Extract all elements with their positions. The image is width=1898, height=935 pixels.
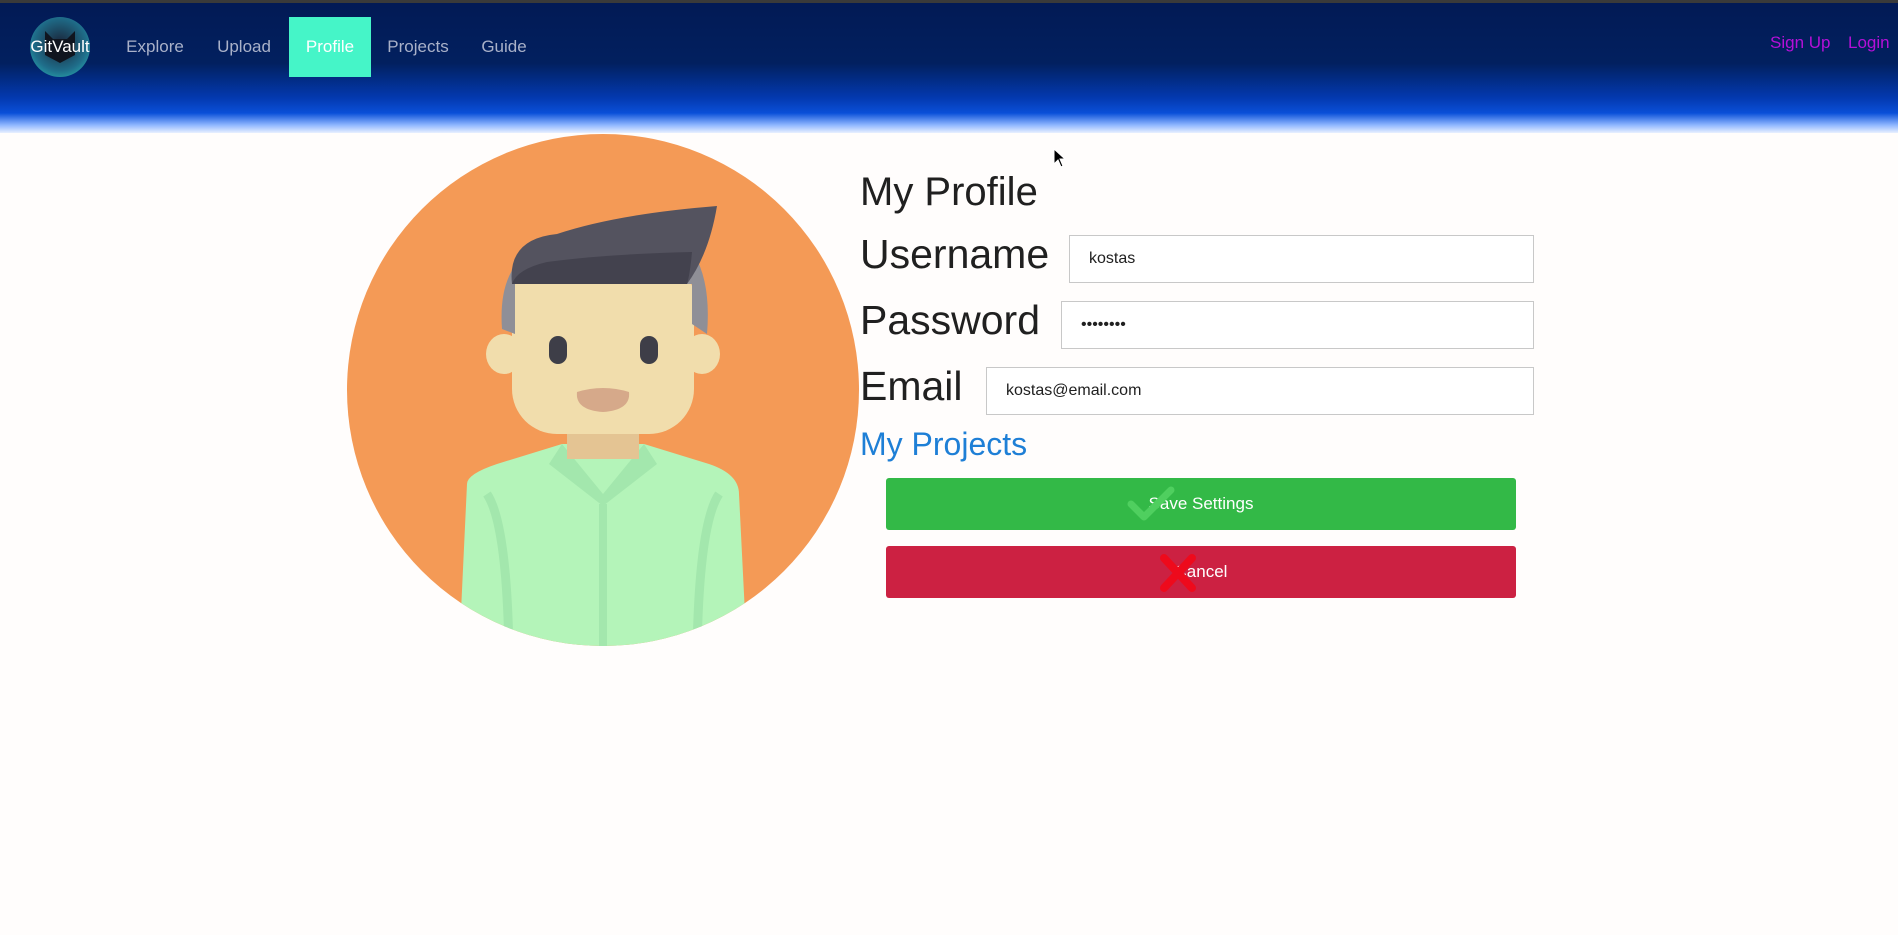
mouse-cursor-icon: [1053, 148, 1067, 168]
page-title: My Profile: [860, 170, 1038, 214]
email-label: Email: [860, 363, 963, 409]
my-projects-link[interactable]: My Projects: [860, 426, 1027, 463]
nav-profile[interactable]: Profile: [289, 17, 371, 77]
sign-up-link[interactable]: Sign Up: [1770, 33, 1830, 53]
password-label: Password: [860, 297, 1041, 343]
profile-avatar: [347, 134, 859, 646]
login-link[interactable]: Login: [1848, 33, 1890, 53]
nav-guide[interactable]: Guide: [473, 17, 535, 77]
email-field[interactable]: [986, 367, 1534, 415]
username-label: Username: [860, 231, 1050, 277]
gitvault-logo[interactable]: GitVault: [30, 17, 90, 77]
nav-upload[interactable]: Upload: [208, 17, 280, 77]
avatar-man-icon: [347, 134, 859, 646]
save-settings-button[interactable]: Save Settings: [886, 478, 1516, 530]
nav-explore[interactable]: Explore: [118, 17, 192, 77]
logo-text: GitVault: [30, 37, 90, 56]
x-icon: [1160, 554, 1196, 592]
top-navbar: GitVault Explore Upload Profile Projects…: [0, 3, 1898, 133]
nav-projects[interactable]: Projects: [380, 17, 456, 77]
username-field[interactable]: [1069, 235, 1534, 283]
check-icon: [1127, 486, 1175, 521]
password-field[interactable]: [1061, 301, 1534, 349]
cancel-button[interactable]: Cancel: [886, 546, 1516, 598]
